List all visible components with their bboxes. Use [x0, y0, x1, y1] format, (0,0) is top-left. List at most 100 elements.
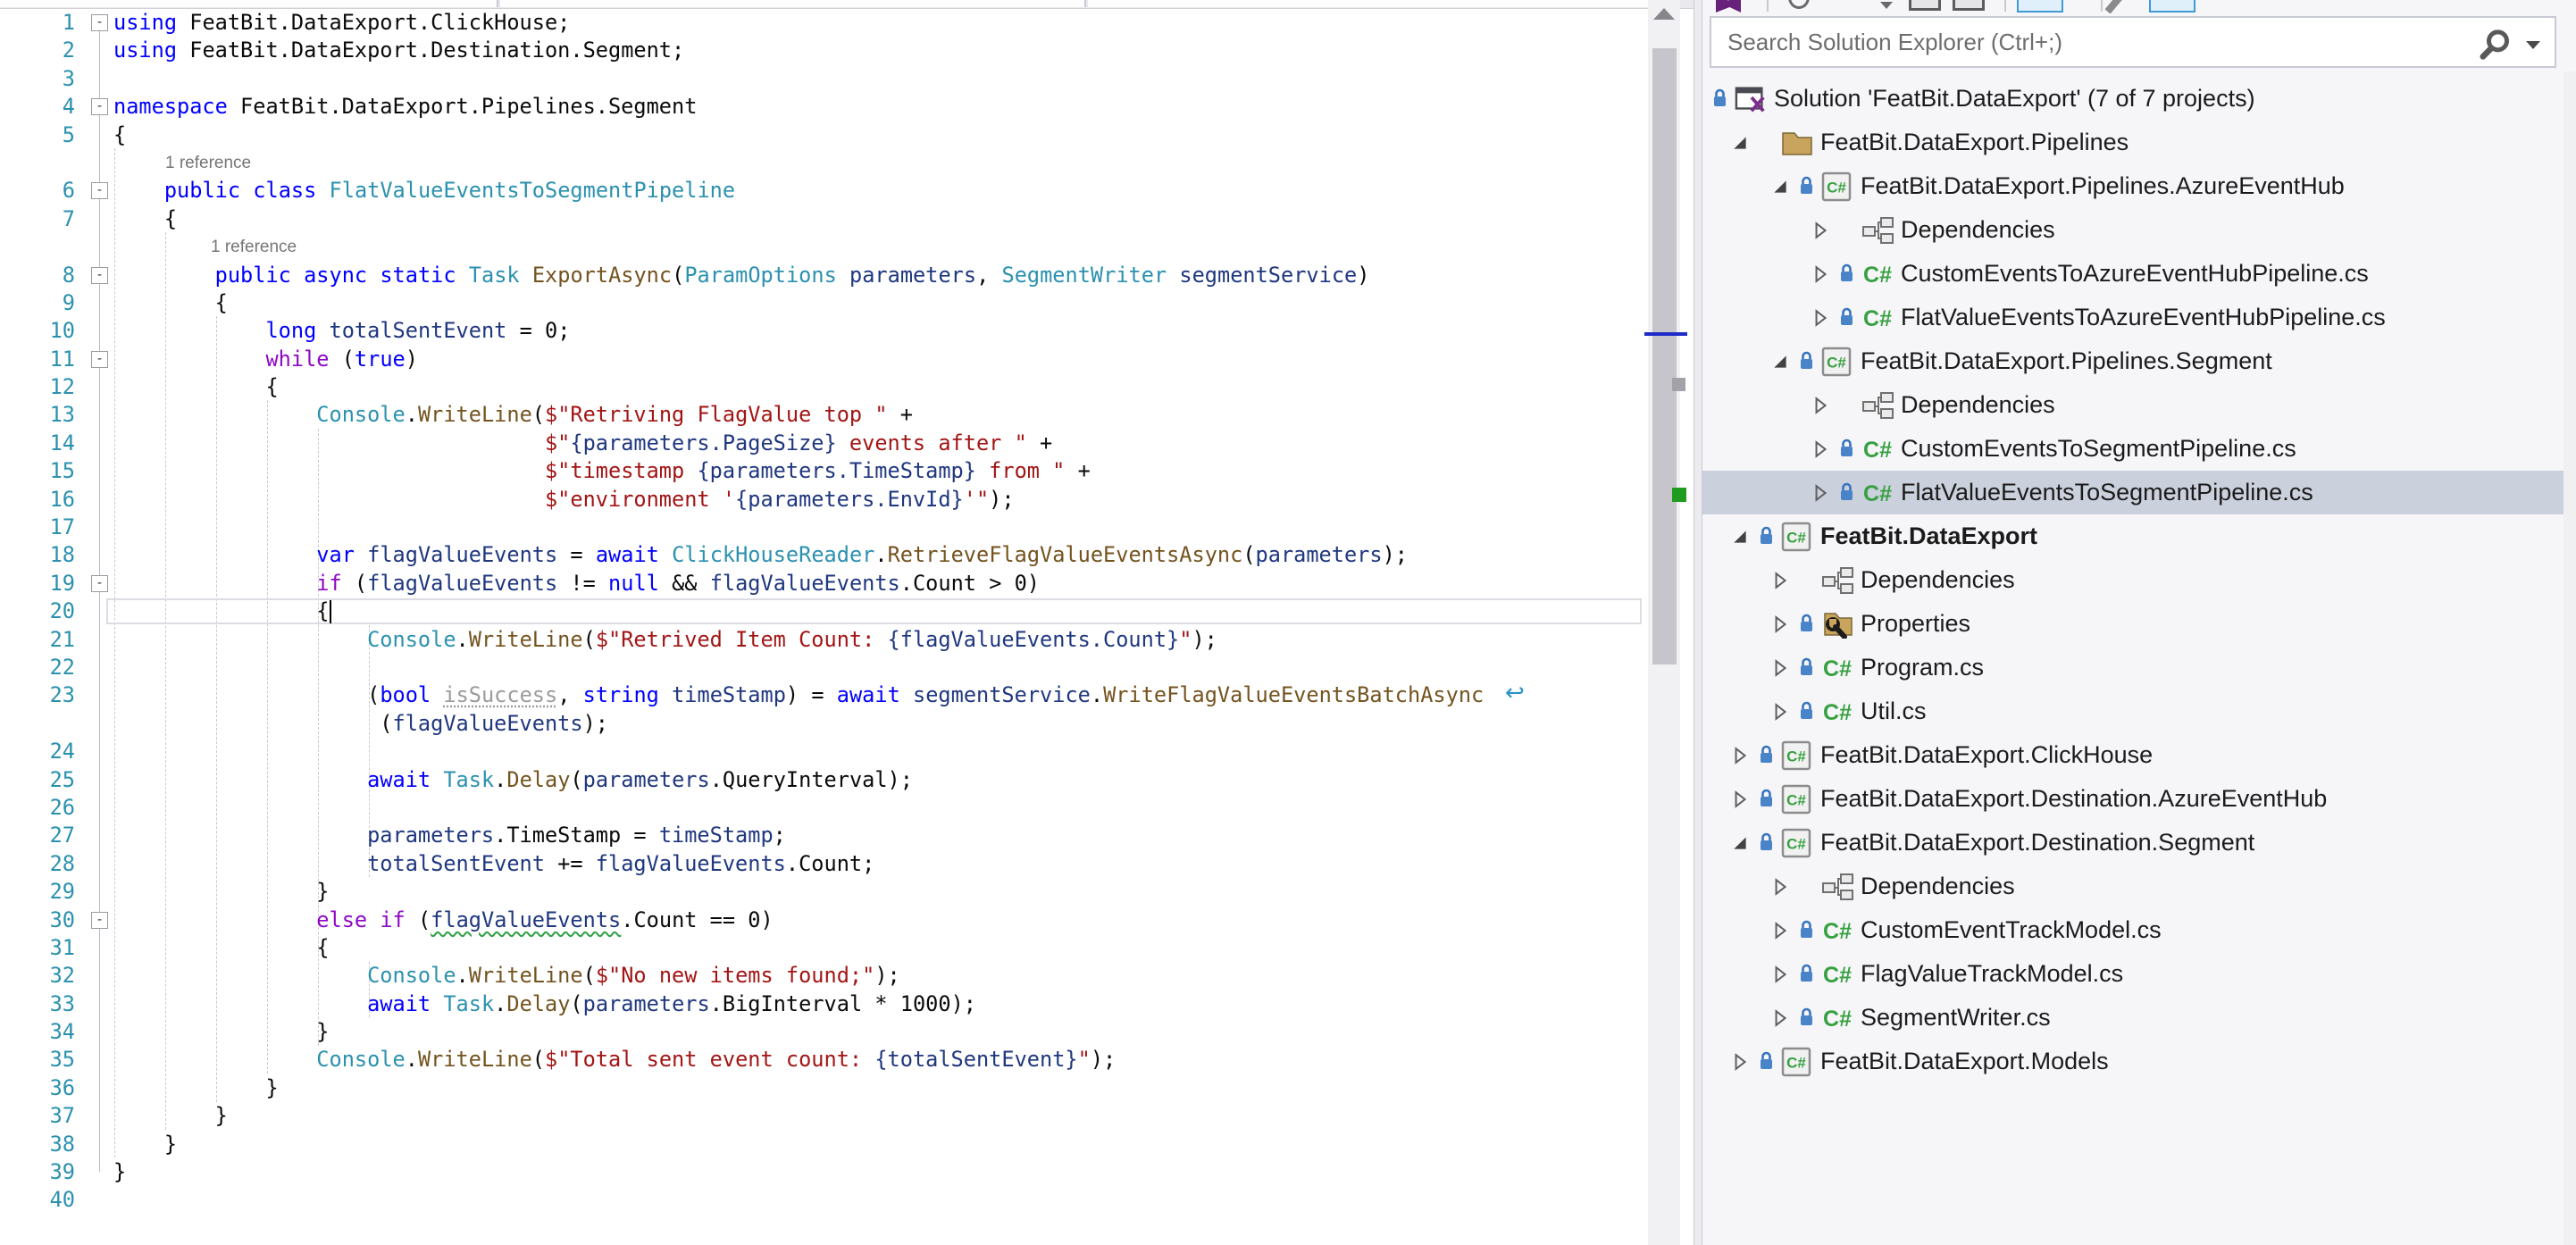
search-options-caret-icon[interactable]: [2524, 38, 2542, 51]
fold-collapse-icon[interactable]: -: [91, 182, 108, 199]
code-line[interactable]: 18 var flagValueEvents = await ClickHous…: [0, 541, 1694, 569]
code-line[interactable]: 40: [0, 1186, 1694, 1214]
tree-item-solution-featbit-dataexport-7-of-7-projects[interactable]: Solution 'FeatBit.DataExport' (7 of 7 pr…: [1702, 77, 2563, 121]
breadcrumb-segment[interactable]: [0, 0, 498, 7]
collapsed-arrow-icon[interactable]: [1811, 484, 1829, 502]
editor-vertical-scrollbar[interactable]: [1648, 0, 1680, 1245]
code-line[interactable]: 25 await Task.Delay(parameters.QueryInte…: [0, 766, 1694, 794]
code-line[interactable]: 14 $"{parameters.PageSize} events after …: [0, 430, 1694, 457]
code-line[interactable]: 30- else if (flagValueEvents.Count == 0): [0, 907, 1694, 934]
tree-item-customeventstosegmentpipeline-cs[interactable]: C#CustomEventsToSegmentPipeline.cs: [1702, 427, 2563, 471]
tree-item-flatvalueeventstosegmentpipeline-cs[interactable]: C#FlatValueEventsToSegmentPipeline.cs: [1702, 471, 2563, 514]
breadcrumb-segment[interactable]: [1088, 0, 1677, 7]
tree-item-flagvaluetrackmodel-cs[interactable]: C#FlagValueTrackModel.cs: [1702, 952, 2563, 996]
code-line[interactable]: 2using FeatBit.DataExport.Destination.Se…: [0, 37, 1694, 64]
tree-item-featbit-dataexport-destination-segment[interactable]: C#FeatBit.DataExport.Destination.Segment: [1702, 821, 2563, 865]
scrollbar-up-arrow-icon[interactable]: [1653, 8, 1675, 20]
code-line[interactable]: 8- public async static Task ExportAsync(…: [0, 262, 1694, 289]
collapsed-arrow-icon[interactable]: [1771, 922, 1789, 940]
code-line[interactable]: 24: [0, 738, 1694, 765]
tree-item-dependencies[interactable]: Dependencies: [1702, 383, 2563, 427]
codelens-row[interactable]: 1 reference: [0, 149, 1694, 177]
code-line[interactable]: (flagValueEvents);: [0, 710, 1694, 738]
panel-splitter[interactable]: [1694, 0, 1702, 1245]
tree-item-featbit-dataexport-pipelines[interactable]: FeatBit.DataExport.Pipelines: [1702, 121, 2563, 164]
tree-item-featbit-dataexport-pipelines-segment[interactable]: C#FeatBit.DataExport.Pipelines.Segment: [1702, 339, 2563, 383]
search-icon[interactable]: [2478, 27, 2513, 63]
new-folder-icon[interactable]: [1909, 0, 1941, 11]
fold-collapse-icon[interactable]: -: [91, 98, 108, 115]
collapsed-arrow-icon[interactable]: [1811, 397, 1829, 414]
collapsed-arrow-icon[interactable]: [1771, 878, 1789, 896]
tree-item-segmentwriter-cs[interactable]: C#SegmentWriter.cs: [1702, 996, 2563, 1040]
collapsed-arrow-icon[interactable]: [1731, 790, 1749, 808]
code-line[interactable]: 38 }: [0, 1131, 1694, 1158]
code-line[interactable]: 23 (bool isSuccess, string timeStamp) = …: [0, 681, 1694, 709]
collapsed-arrow-icon[interactable]: [1811, 309, 1829, 327]
search-input[interactable]: [1726, 21, 2390, 63]
fold-collapse-icon[interactable]: -: [91, 912, 108, 929]
collapsed-arrow-icon[interactable]: [1811, 265, 1829, 283]
tree-item-util-cs[interactable]: C#Util.cs: [1702, 689, 2563, 733]
breadcrumb-segment[interactable]: [500, 0, 1086, 7]
code-line[interactable]: 22: [0, 654, 1694, 681]
code-line[interactable]: 16 $"environment '{parameters.EnvId}'");: [0, 486, 1694, 514]
show-all-files-icon[interactable]: [1953, 0, 1985, 11]
fold-collapse-icon[interactable]: -: [91, 575, 108, 592]
tree-item-featbit-dataexport-clickhouse[interactable]: C#FeatBit.DataExport.ClickHouse: [1702, 733, 2563, 777]
solution-explorer-scroll-track[interactable]: [2563, 71, 2576, 1245]
collapsed-arrow-icon[interactable]: [1771, 659, 1789, 677]
codelens-references[interactable]: 1 reference: [211, 235, 297, 260]
code-line[interactable]: 32 Console.WriteLine($"No new items foun…: [0, 962, 1694, 990]
tree-item-program-cs[interactable]: C#Program.cs: [1702, 646, 2563, 689]
tree-item-properties[interactable]: Properties: [1702, 602, 2563, 646]
code-editor[interactable]: 1-using FeatBit.DataExport.ClickHouse;2u…: [0, 0, 1694, 1245]
code-line[interactable]: 27 parameters.TimeStamp = timeStamp;: [0, 822, 1694, 849]
code-line[interactable]: 36 }: [0, 1074, 1694, 1102]
code-line[interactable]: 10 long totalSentEvent = 0;: [0, 317, 1694, 345]
expanded-arrow-icon[interactable]: [1731, 134, 1749, 152]
solution-tree[interactable]: Solution 'FeatBit.DataExport' (7 of 7 pr…: [1702, 77, 2563, 1083]
solution-explorer-toolbar[interactable]: [1702, 0, 2576, 13]
code-line[interactable]: 21 Console.WriteLine($"Retrived Item Cou…: [0, 626, 1694, 654]
code-line[interactable]: 9 {: [0, 289, 1694, 317]
fold-collapse-icon[interactable]: -: [91, 267, 108, 284]
collapse-all-icon[interactable]: [2017, 0, 2063, 13]
tree-item-customeventtrackmodel-cs[interactable]: C#CustomEventTrackModel.cs: [1702, 908, 2563, 952]
fold-collapse-icon[interactable]: -: [91, 351, 108, 368]
collapsed-arrow-icon[interactable]: [1771, 572, 1789, 589]
collapsed-arrow-icon[interactable]: [1771, 1009, 1789, 1027]
code-line[interactable]: 5{: [0, 121, 1694, 149]
code-line[interactable]: 33 await Task.Delay(parameters.BigInterv…: [0, 990, 1694, 1018]
code-line[interactable]: 3: [0, 65, 1694, 93]
collapsed-arrow-icon[interactable]: [1771, 615, 1789, 633]
codelens-row[interactable]: 1 reference: [0, 233, 1694, 261]
code-line[interactable]: 4-namespace FeatBit.DataExport.Pipelines…: [0, 93, 1694, 121]
expanded-arrow-icon[interactable]: [1771, 178, 1789, 196]
code-line[interactable]: 34 }: [0, 1018, 1694, 1046]
collapsed-arrow-icon[interactable]: [1771, 703, 1789, 721]
expanded-arrow-icon[interactable]: [1771, 353, 1789, 371]
tree-item-customeventstoazureeventhubpipeline-cs[interactable]: C#CustomEventsToAzureEventHubPipeline.cs: [1702, 252, 2563, 296]
preview-selected-items-icon[interactable]: [2149, 0, 2195, 13]
code-line[interactable]: 26: [0, 794, 1694, 822]
code-line[interactable]: 29 }: [0, 878, 1694, 906]
code-line[interactable]: 7 {: [0, 205, 1694, 233]
collapsed-arrow-icon[interactable]: [1811, 221, 1829, 239]
code-line[interactable]: 17: [0, 514, 1694, 541]
tree-item-featbit-dataexport-pipelines-azureeventhub[interactable]: C#FeatBit.DataExport.Pipelines.AzureEven…: [1702, 164, 2563, 208]
collapsed-arrow-icon[interactable]: [1811, 440, 1829, 458]
code-line[interactable]: 28 totalSentEvent += flagValueEvents.Cou…: [0, 850, 1694, 878]
code-line[interactable]: 1-using FeatBit.DataExport.ClickHouse;: [0, 9, 1694, 37]
dropdown-caret-icon[interactable]: [1880, 2, 1893, 9]
expanded-arrow-icon[interactable]: [1731, 834, 1749, 852]
tree-item-featbit-dataexport[interactable]: C#FeatBit.DataExport: [1702, 514, 2563, 558]
code-line[interactable]: 35 Console.WriteLine($"Total sent event …: [0, 1046, 1694, 1074]
properties-pencil-icon[interactable]: [2105, 0, 2126, 13]
code-line[interactable]: 6- public class FlatValueEventsToSegment…: [0, 177, 1694, 205]
code-line[interactable]: 39}: [0, 1158, 1694, 1186]
scrollbar-thumb[interactable]: [1652, 48, 1677, 664]
tree-item-featbit-dataexport-models[interactable]: C#FeatBit.DataExport.Models: [1702, 1040, 2563, 1083]
codelens-references[interactable]: 1 reference: [165, 151, 251, 176]
tree-item-featbit-dataexport-destination-azureeventhub[interactable]: C#FeatBit.DataExport.Destination.AzureEv…: [1702, 777, 2563, 821]
